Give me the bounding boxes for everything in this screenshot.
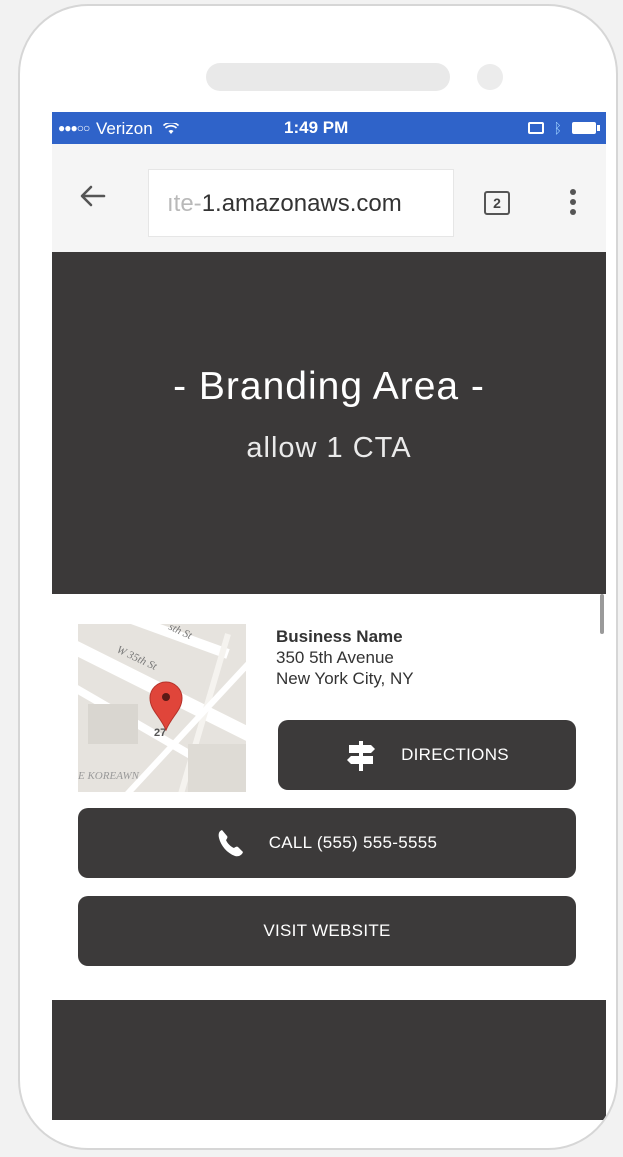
status-bar: ●●●○○ Verizon 1:49 PM ᛒ xyxy=(52,112,606,144)
branding-area: - Branding Area - allow 1 CTA xyxy=(52,252,606,594)
business-address-line1: 350 5th Avenue xyxy=(276,648,394,667)
branding-title: - Branding Area - xyxy=(173,365,485,408)
tab-count: 2 xyxy=(493,195,501,211)
phone-speaker xyxy=(206,63,450,91)
bottom-section xyxy=(52,1000,606,1120)
business-card: W 35th St sth St E KOREAWN 27 Business N… xyxy=(52,594,606,1000)
map-label-koreatown: E KOREAWN xyxy=(78,770,140,782)
phone-camera xyxy=(477,64,503,90)
business-address-line2: New York City, NY xyxy=(276,669,414,688)
status-icons: ᛒ xyxy=(527,120,600,136)
carrier-block: ●●●○○ Verizon xyxy=(58,112,180,145)
wifi-icon xyxy=(163,119,180,138)
visit-website-button[interactable]: VISIT WEBSITE xyxy=(78,896,576,966)
directions-label: DIRECTIONS xyxy=(401,745,509,764)
phone-frame: ●●●○○ Verizon 1:49 PM ᛒ ıte-1.amazonaws.… xyxy=(18,4,618,1150)
directions-button[interactable]: DIRECTIONS xyxy=(278,720,576,790)
branding-subtitle: allow 1 CTA xyxy=(246,432,412,464)
url-field[interactable]: ıte-1.amazonaws.com xyxy=(148,169,454,237)
phone-screen: ●●●○○ Verizon 1:49 PM ᛒ ıte-1.amazonaws.… xyxy=(52,112,606,1120)
bluetooth-icon: ᛒ xyxy=(553,120,562,136)
overflow-menu-icon[interactable] xyxy=(570,189,576,217)
phone-icon xyxy=(217,828,245,858)
back-arrow-icon[interactable] xyxy=(78,181,108,211)
business-name: Business Name xyxy=(276,627,403,646)
airplay-icon xyxy=(527,122,544,134)
map-thumbnail[interactable]: W 35th St sth St E KOREAWN 27 xyxy=(78,624,246,792)
map-label-number: 27 xyxy=(154,727,166,739)
call-label: CALL (555) 555-5555 xyxy=(268,833,438,852)
scrollbar[interactable] xyxy=(600,594,604,634)
tabs-icon[interactable]: 2 xyxy=(484,191,510,215)
signpost-icon xyxy=(345,739,377,771)
browser-toolbar: ıte-1.amazonaws.com 2 xyxy=(52,144,606,252)
signal-dots-icon: ●●●○○ xyxy=(58,121,90,135)
url-text: 1.amazonaws.com xyxy=(201,190,402,217)
status-time: 1:49 PM xyxy=(284,118,349,137)
url-faded-text: ıte- xyxy=(167,190,202,217)
visit-website-label: VISIT WEBSITE xyxy=(263,921,391,940)
business-info: Business Name 350 5th Avenue New York Ci… xyxy=(276,626,414,689)
call-button[interactable]: CALL (555) 555-5555 xyxy=(78,808,576,878)
carrier-label: Verizon xyxy=(95,119,153,138)
battery-icon xyxy=(572,122,600,134)
